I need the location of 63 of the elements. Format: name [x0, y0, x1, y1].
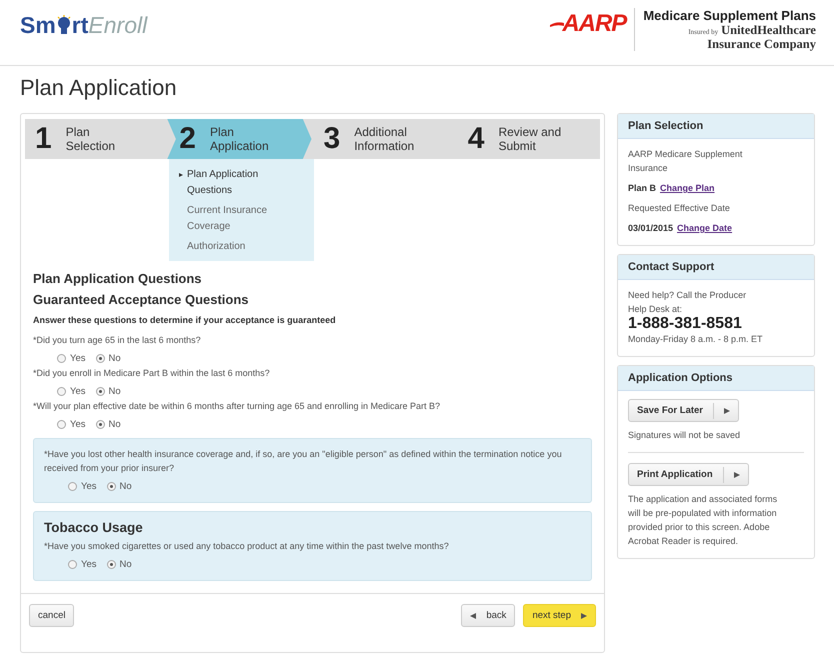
radio-option[interactable]: No	[106, 559, 132, 570]
radio-button[interactable]	[57, 387, 66, 396]
radio-button[interactable]	[57, 354, 66, 363]
print-note: The application and associated forms will be pre-populated with information provided prior to this screen. Adobe Acrobat Reader is required.	[628, 493, 778, 548]
help-text: Need help? Call the Producer Help Desk at:	[628, 289, 748, 316]
card-title: Contact Support	[618, 255, 814, 280]
progress-step[interactable]: 2 Plan Application	[167, 119, 312, 159]
section-subheading: Guaranteed Acceptance Questions	[33, 292, 250, 307]
effective-date: 03/01/2015	[628, 222, 674, 235]
insurer-name: Insurance Company	[707, 37, 816, 51]
print-application-button[interactable]: Print Application	[628, 463, 749, 486]
radio-option[interactable]: No	[106, 481, 132, 492]
radio-option[interactable]: Yes	[57, 386, 86, 397]
radio-option[interactable]: No	[96, 386, 121, 397]
section-heading: Plan Application Questions	[33, 271, 203, 286]
card-title: Application Options	[618, 366, 814, 391]
question-text: *Did you enroll in Medicare Part B within the last 6 months?	[33, 367, 271, 380]
radio-option[interactable]: Yes	[68, 481, 96, 492]
product-name: Medicare Supplement Plans	[643, 8, 816, 23]
radio-button[interactable]	[96, 354, 104, 363]
question-text: *Have you lost other health insurance coverage and, if so, are you an "eligible person" as defined within the termination notice you received from your prior insurer?	[44, 448, 563, 475]
radio-option[interactable]: No	[96, 353, 121, 364]
radio-button[interactable]	[96, 387, 104, 396]
radio-button[interactable]	[68, 482, 77, 491]
back-button[interactable]: back	[461, 604, 516, 627]
bullet-icon	[179, 173, 183, 177]
radio-option[interactable]: No	[96, 419, 121, 430]
card-title: Plan Selection	[618, 114, 814, 139]
panel-title: Tobacco Usage	[44, 520, 144, 535]
left-arrow-icon	[470, 612, 476, 618]
question-text: *Will your plan effective date be within 6 months after turning age 65 and enrolling in Medicare Part B?	[33, 400, 442, 413]
radio-option[interactable]: Yes	[57, 353, 86, 364]
question-text: *Have you smoked cigarettes or used any tobacco product at any time within the past twelve months?	[44, 540, 450, 553]
save-note: Signatures will not be saved	[628, 429, 742, 442]
save-for-later-button[interactable]: Save For Later	[628, 399, 739, 422]
radio-button[interactable]	[96, 420, 104, 429]
radio-button[interactable]	[57, 420, 66, 429]
radio-option[interactable]: Yes	[68, 559, 96, 570]
right-arrow-icon	[734, 472, 740, 478]
question-text: *Did you turn age 65 in the last 6 months?	[33, 334, 202, 347]
right-arrow-icon	[724, 408, 730, 414]
page-title: Plan Application	[20, 75, 178, 101]
instructions-text: Answer these questions to determine if your acceptance is guaranteed	[33, 315, 337, 325]
phone-number: 1-888-381-8581	[628, 316, 743, 332]
product-text: AARP Medicare Supplement Insurance	[628, 148, 744, 175]
cancel-button[interactable]: cancel	[29, 604, 74, 627]
aarp-logo: AARP	[550, 8, 626, 38]
insurer-name: UnitedHealthcare	[721, 23, 816, 37]
smartenroll-logo: Sm rtEnroll	[20, 12, 148, 39]
hours-text: Monday-Friday 8 a.m. - 8 p.m. ET	[628, 333, 764, 346]
change-plan-link[interactable]: Change Plan	[660, 181, 715, 195]
substep-link[interactable]: Plan Application Questions	[169, 167, 314, 199]
substep-link[interactable]: Authorization	[169, 239, 314, 255]
radio-option[interactable]: Yes	[57, 419, 86, 430]
radio-button[interactable]	[68, 560, 77, 569]
next-step-button[interactable]: next step	[523, 604, 596, 627]
date-label: Requested Effective Date	[628, 202, 731, 215]
substep-link[interactable]: Current Insurance Coverage	[169, 203, 314, 235]
radio-button[interactable]	[106, 482, 116, 491]
plan-name: Plan B	[628, 182, 656, 195]
change-date-link[interactable]: Change Date	[677, 221, 732, 235]
right-arrow-icon	[581, 612, 587, 618]
radio-button[interactable]	[106, 560, 116, 569]
